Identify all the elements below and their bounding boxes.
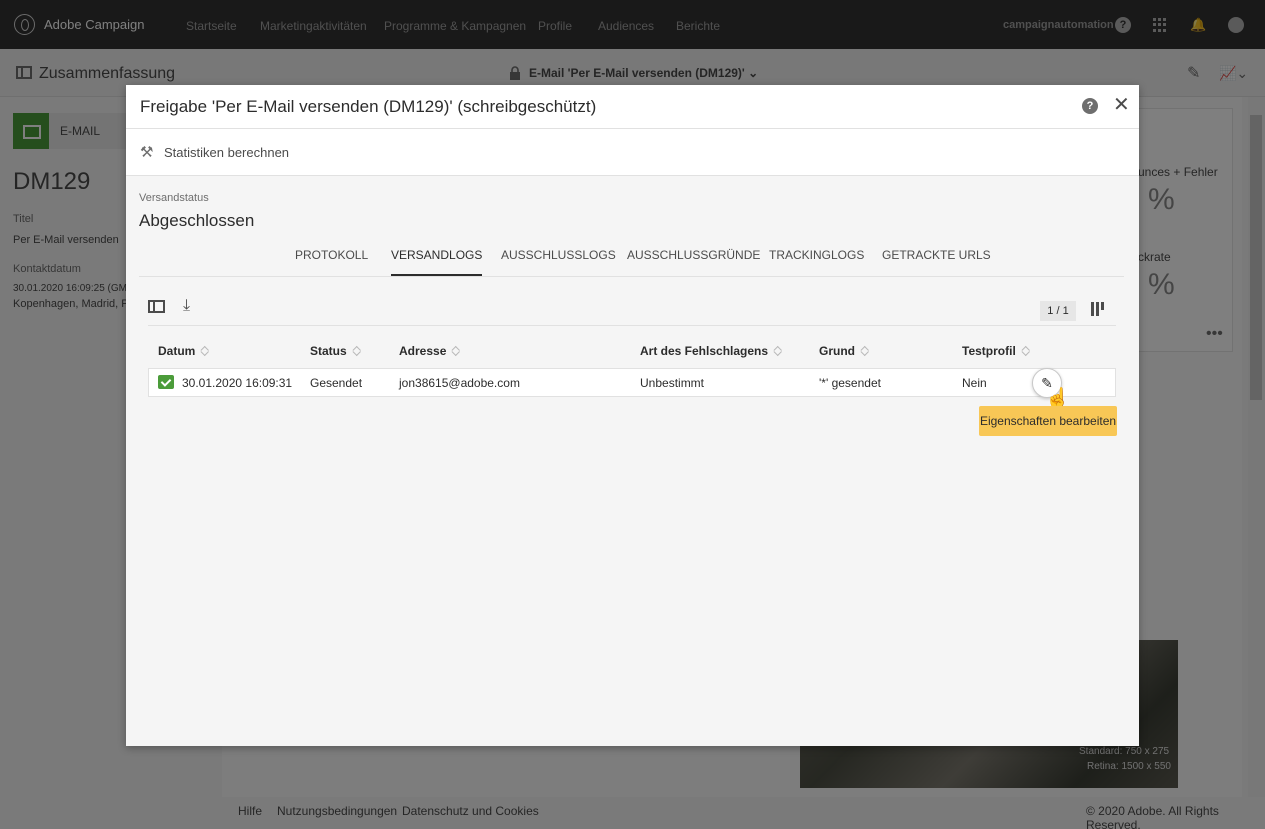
status-value: Abgeschlossen: [139, 211, 255, 230]
column-settings-icon[interactable]: [1091, 302, 1108, 319]
sidebar-toggle-icon[interactable]: [148, 300, 165, 313]
column-header-art-des-fehlschlagens[interactable]: Art des Fehlschlagens: [640, 344, 782, 358]
sort-icon[interactable]: [452, 345, 460, 357]
tab-protokoll[interactable]: PROTOKOLL: [295, 248, 368, 274]
dialog-header: Freigabe 'Per E-Mail versenden (DM129)' …: [126, 85, 1139, 129]
log-tabs: PROTOKOLL VERSANDLOGS AUSSCHLUSSLOGS AUS…: [139, 234, 1124, 277]
close-icon[interactable]: ✕: [1113, 94, 1130, 116]
sort-icon[interactable]: [201, 345, 209, 357]
tab-ausschlussgruende[interactable]: AUSSCHLUSSGRÜNDE: [627, 248, 760, 274]
check-icon: [158, 375, 174, 389]
tab-ausschlusslogs[interactable]: AUSSCHLUSSLOGS: [501, 248, 616, 274]
cell-testprofil: Nein: [962, 376, 987, 390]
cell-status: Gesendet: [310, 376, 363, 390]
cell-art: Unbestimmt: [640, 376, 705, 390]
edit-properties-tooltip: Eigenschaften bearbeiten: [979, 406, 1117, 436]
tab-getrackte-urls[interactable]: GETRACKTE URLS: [882, 248, 991, 274]
sort-icon[interactable]: [774, 345, 782, 357]
dialog-toolbar: ⚒ Statistiken berechnen: [126, 129, 1139, 176]
column-header-datum[interactable]: Datum: [158, 344, 209, 358]
cell-adresse: jon38615@adobe.com: [399, 376, 520, 390]
dialog-body: Versandstatus Abgeschlossen PROTOKOLL VE…: [126, 176, 1139, 746]
download-icon[interactable]: ⤓: [183, 297, 190, 315]
column-header-grund[interactable]: Grund: [819, 344, 869, 358]
cell-datum: 30.01.2020 16:09:31: [182, 376, 293, 390]
sort-icon[interactable]: [353, 345, 361, 357]
sort-icon[interactable]: [1022, 345, 1030, 357]
status-label: Versandstatus: [139, 192, 209, 204]
sort-icon[interactable]: [861, 345, 869, 357]
table-header: Datum Status Adresse Art des Fehlschlage…: [148, 344, 1116, 368]
table-row[interactable]: 30.01.2020 16:09:31 Gesendet jon38615@ad…: [148, 368, 1116, 398]
wand-icon[interactable]: ⚒: [140, 143, 153, 161]
pagination[interactable]: 1 / 1: [1040, 301, 1076, 321]
cell-grund: '*' gesendet: [819, 376, 881, 390]
table-toolbar: ⤓ 1 / 1: [148, 296, 1116, 326]
help-icon[interactable]: ?: [1082, 98, 1098, 114]
column-header-adresse[interactable]: Adresse: [399, 344, 460, 358]
dialog-title: Freigabe 'Per E-Mail versenden (DM129)' …: [140, 97, 597, 116]
tab-versandlogs[interactable]: VERSANDLOGS: [391, 248, 483, 276]
compute-statistics-button[interactable]: Statistiken berechnen: [164, 145, 289, 160]
column-header-testprofil[interactable]: Testprofil: [962, 344, 1030, 358]
tab-trackinglogs[interactable]: TRACKINGLOGS: [769, 248, 864, 274]
column-header-status[interactable]: Status: [310, 344, 361, 358]
